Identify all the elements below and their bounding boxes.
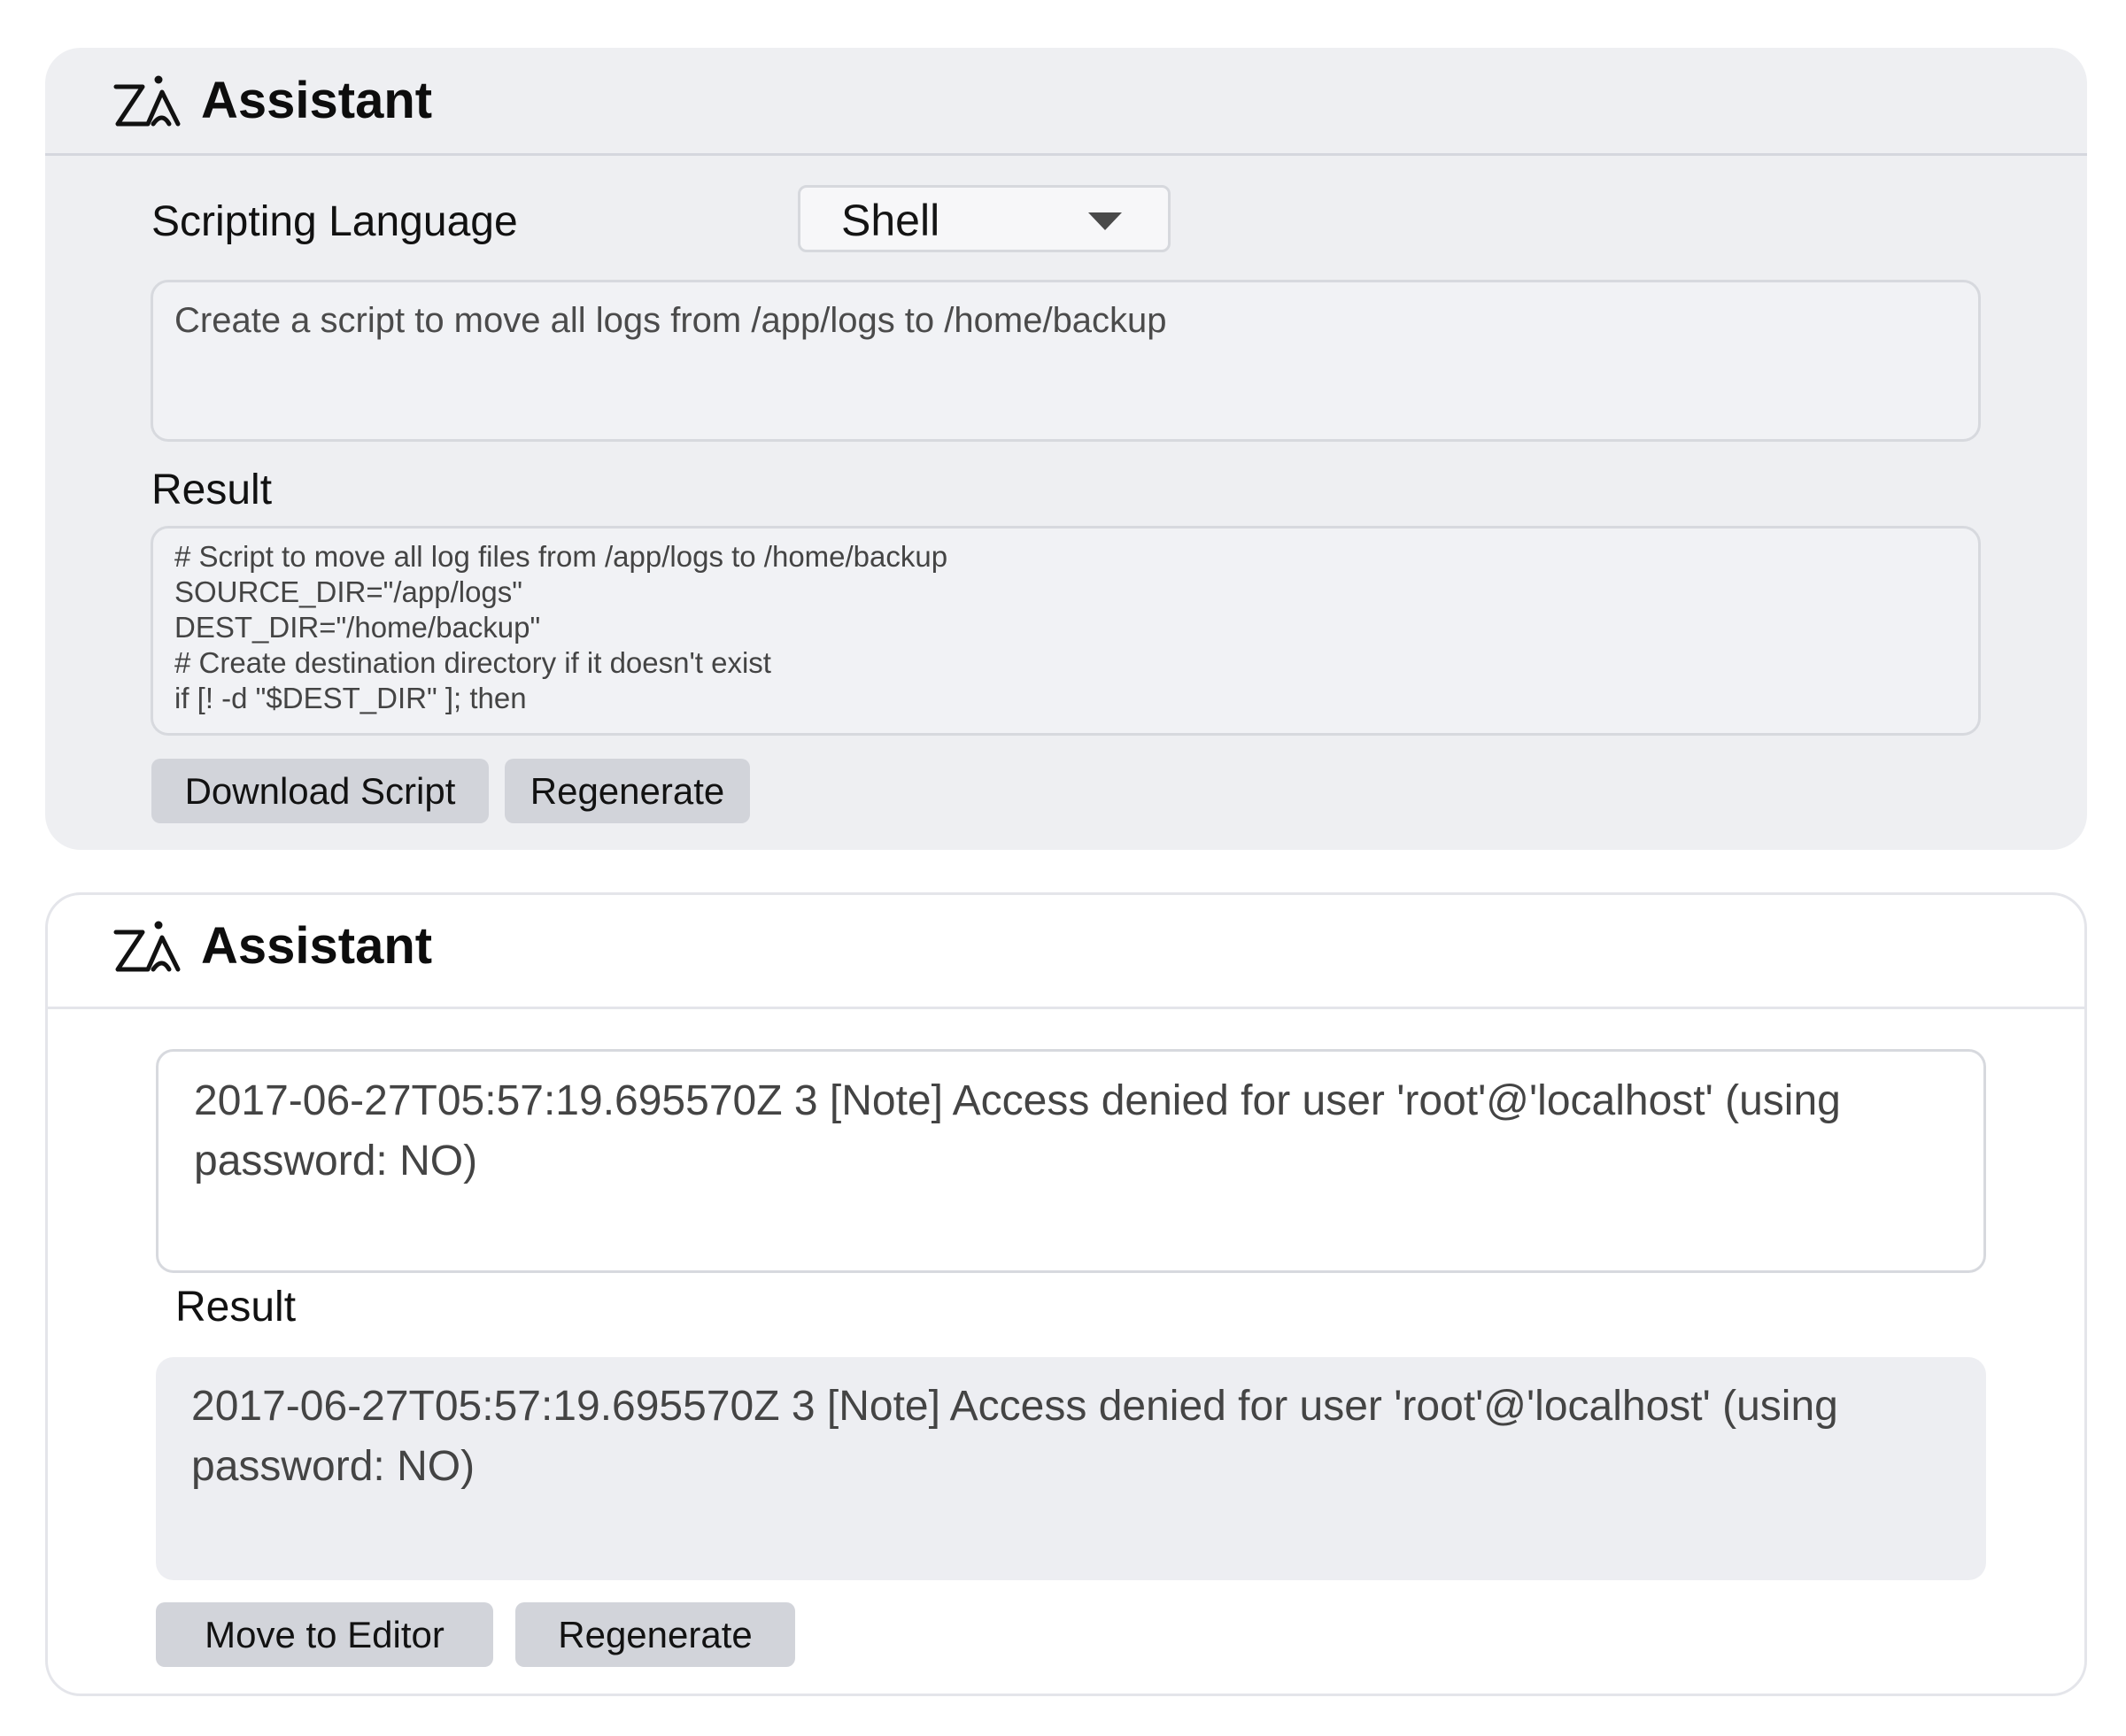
assistant-panel-log: Assistant 2017-06-27T05:57:19.695570Z 3 … [45,892,2087,1696]
result-label: Result [175,1284,297,1331]
regenerate-button[interactable]: Regenerate [505,759,750,823]
panel-title: Assistant [201,72,433,129]
move-to-editor-button[interactable]: Move to Editor [156,1602,493,1667]
download-script-button[interactable]: Download Script [151,759,489,823]
log-input[interactable]: 2017-06-27T05:57:19.695570Z 3 [Note] Acc… [156,1049,1986,1273]
regenerate-button[interactable]: Regenerate [515,1602,795,1667]
select-value: Shell [841,196,940,245]
result-line: if [! -d "$DEST_DIR" ]; then [174,682,527,714]
result-line: # Script to move all log files from /app… [174,540,948,573]
scripting-language-label: Scripting Language [151,198,518,245]
result-label: Result [151,467,273,513]
prompt-input[interactable]: Create a script to move all logs from /a… [151,280,1981,442]
result-line: DEST_DIR="/home/backup" [174,611,541,644]
panel-header: Assistant [45,48,2087,156]
panel-header: Assistant [48,895,2084,1009]
scripting-language-select[interactable]: Shell [798,185,1171,252]
assistant-logo-icon [113,75,181,127]
result-line: # Create destination directory if it doe… [174,646,771,679]
panel-title: Assistant [201,917,433,975]
result-output[interactable]: # Script to move all log files from /app… [151,526,1981,736]
result-line: SOURCE_DIR="/app/logs" [174,575,523,608]
assistant-panel-script: Assistant Scripting Language Shell Creat… [45,48,2087,850]
result-output[interactable]: 2017-06-27T05:57:19.695570Z 3 [Note] Acc… [156,1357,1986,1580]
assistant-logo-icon [113,921,181,972]
chevron-down-icon [1088,212,1122,230]
